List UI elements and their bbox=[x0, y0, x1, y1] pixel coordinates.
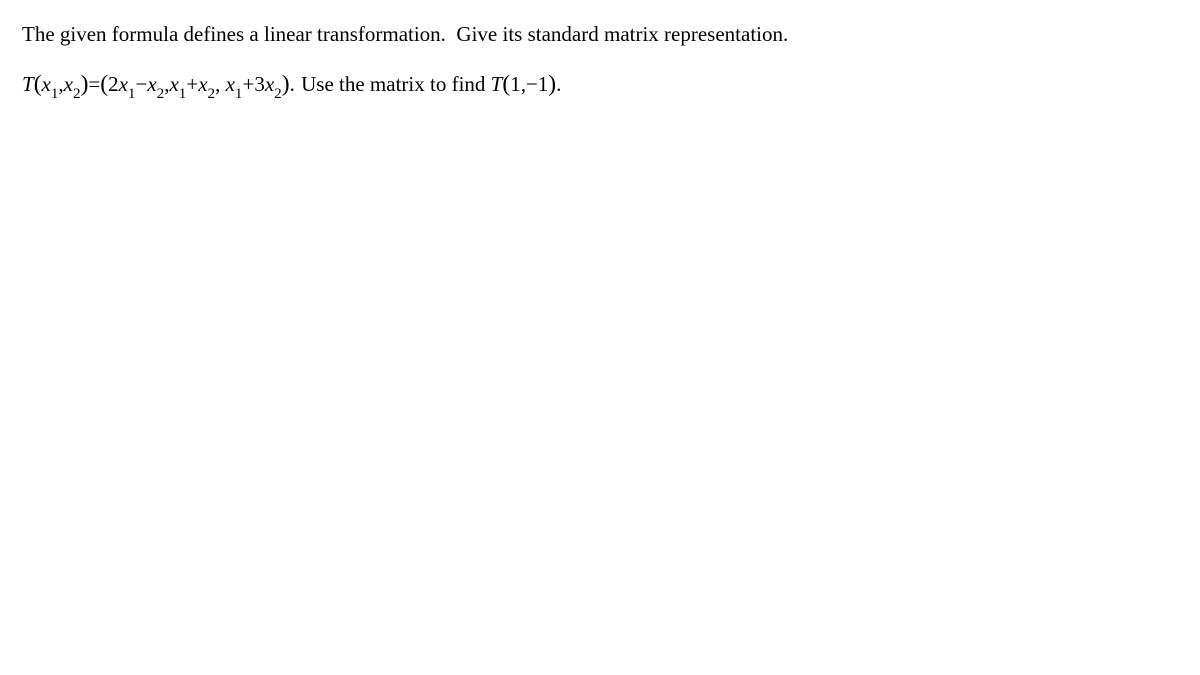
period: . bbox=[556, 72, 561, 96]
subscript: 2 bbox=[208, 86, 216, 102]
var-x: x bbox=[265, 72, 274, 96]
var-x: x bbox=[42, 72, 51, 96]
plus: + bbox=[186, 72, 198, 96]
var-x: x bbox=[169, 72, 178, 96]
instruction-text: Use the matrix to find T(1,−1). bbox=[301, 66, 561, 104]
lparen: ( bbox=[502, 71, 510, 97]
lparen: ( bbox=[100, 71, 108, 97]
coef: 3 bbox=[254, 72, 265, 96]
minus: − bbox=[135, 72, 147, 96]
var-x: x bbox=[226, 72, 235, 96]
var-x: x bbox=[147, 72, 156, 96]
subscript: 1 bbox=[128, 86, 136, 102]
T-symbol: T bbox=[491, 72, 503, 96]
intro-text: The given formula defines a linear trans… bbox=[22, 22, 788, 46]
use-matrix-text: Use the matrix to find bbox=[301, 72, 485, 96]
lparen: ( bbox=[34, 71, 42, 97]
subscript: 2 bbox=[157, 86, 165, 102]
rparen: ) bbox=[548, 71, 556, 97]
transformation-formula: T(x1,x2)=(2x1−x2,x1+x2, x1+3x2). bbox=[22, 66, 295, 104]
num: 1 bbox=[538, 72, 549, 96]
subscript: 1 bbox=[51, 86, 59, 102]
T-symbol: T bbox=[22, 72, 34, 96]
formula-line: T(x1,x2)=(2x1−x2,x1+x2, x1+3x2). Use the… bbox=[22, 66, 1178, 104]
minus: − bbox=[526, 72, 538, 96]
rparen: ) bbox=[282, 71, 290, 97]
var-x: x bbox=[198, 72, 207, 96]
period: . bbox=[290, 72, 295, 96]
problem-statement: The given formula defines a linear trans… bbox=[22, 18, 1178, 52]
coef: 2 bbox=[108, 72, 119, 96]
equals: = bbox=[88, 72, 100, 96]
num: 1 bbox=[510, 72, 521, 96]
rparen: ) bbox=[81, 71, 89, 97]
subscript: 2 bbox=[73, 86, 81, 102]
subscript: 2 bbox=[274, 86, 282, 102]
var-x: x bbox=[119, 72, 128, 96]
subscript: 1 bbox=[235, 86, 243, 102]
plus: + bbox=[242, 72, 254, 96]
subscript: 1 bbox=[179, 86, 187, 102]
var-x: x bbox=[64, 72, 73, 96]
